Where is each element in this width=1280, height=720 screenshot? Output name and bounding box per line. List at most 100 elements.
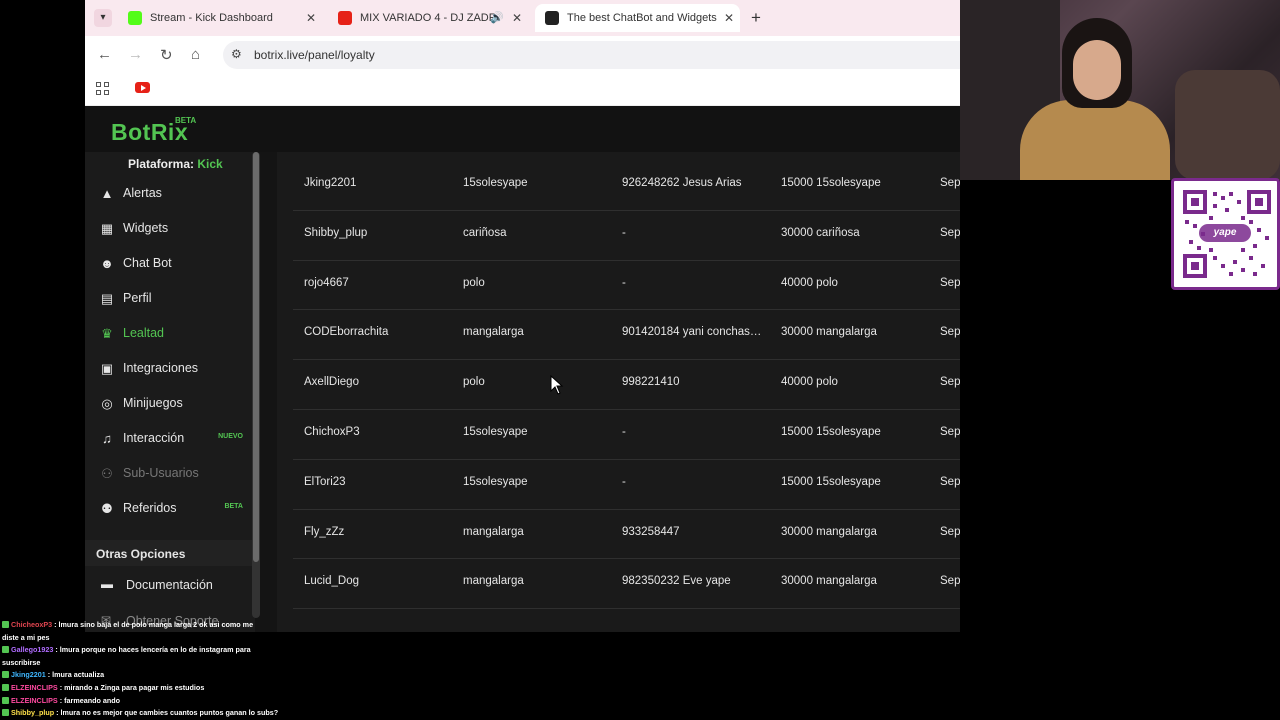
- cell-item: polo: [463, 276, 485, 289]
- cell-info: 982350232 Eve yape: [622, 575, 731, 588]
- reload-icon[interactable]: ↻: [160, 46, 173, 64]
- sidebar-item-widgets[interactable]: ▦ Widgets: [85, 213, 255, 245]
- tab-kick-dashboard[interactable]: Stream - Kick Dashboard ✕: [118, 4, 322, 32]
- table-row: Jking2201 15solesyape 926248262 Jesus Aria…: [293, 161, 960, 211]
- close-icon[interactable]: ✕: [724, 4, 734, 32]
- sidebar-item-label: Minijuegos: [123, 396, 183, 410]
- sidebar: Plataforma: Kick ▲ Alertas ▦ Widgets ☻ C…: [85, 152, 255, 632]
- forward-icon[interactable]: →: [128, 46, 143, 63]
- cell-cost: 30000 mangalarga: [781, 525, 877, 538]
- close-icon[interactable]: ✕: [512, 4, 522, 32]
- sidebar-item-minijuegos[interactable]: ◎ Minijuegos: [85, 388, 255, 420]
- cell-item: polo: [463, 376, 485, 389]
- cell-cost: 15000 15solesyape: [781, 425, 881, 438]
- tab-botrix[interactable]: The best ChatBot and Widgets ✕: [535, 4, 740, 32]
- sidebar-item-lealtad[interactable]: ♛ Lealtad: [85, 318, 255, 350]
- chat-message: ChicheoxP3: lmura sino baja el de polo m…: [2, 620, 253, 629]
- other-options-header: Otras Opciones: [85, 540, 255, 566]
- robot-icon: ☻: [100, 256, 114, 271]
- cell-item: cariñosa: [463, 226, 507, 239]
- chat-badge-icon: [2, 696, 9, 704]
- apps-icon[interactable]: [96, 82, 110, 96]
- url-field[interactable]: ⚙ botrix.live/panel/loyalty: [223, 41, 960, 69]
- cell-date: Sep 3, 2025 03:26: [940, 475, 960, 488]
- table-row: Lucid_Dog mangalarga 982350232 Eve yape 300…: [293, 559, 960, 610]
- chat-message: ELZEINCLIPS: farmeando ando: [2, 696, 120, 705]
- tab-youtube-mix[interactable]: MIX VARIADO 4 - DJ ZADR 🔊 ✕: [328, 4, 528, 32]
- cell-item: mangalarga: [463, 525, 524, 538]
- home-icon[interactable]: ⌂: [191, 46, 200, 63]
- table-row: ElTori23 15solesyape - 15000 15solesyape Sep…: [293, 460, 960, 510]
- cell-date: Sep 3, 2025 03:13: [940, 575, 960, 588]
- mouse-cursor-icon: [550, 375, 564, 395]
- cell-cost: 15000 15solesyape: [781, 177, 881, 189]
- new-tab-button[interactable]: +: [751, 8, 761, 28]
- table-row: Shibby_plup cariñosa - 30000 cariñosa Sep 10…: [293, 211, 960, 261]
- platform-indicator: Plataforma: Kick: [128, 157, 223, 171]
- table-row: ChichoxP3 15solesyape - 15000 15solesyape Se…: [293, 410, 960, 460]
- sidebar-item-chat-bot[interactable]: ☻ Chat Bot: [85, 248, 255, 280]
- cell-item: mangalarga: [463, 575, 524, 588]
- tab-search-button[interactable]: ▾: [94, 9, 112, 27]
- cell-date: Sep 4, 2025 04:28: [940, 276, 960, 289]
- chat-text: : lmura sino baja el de polo manga larga…: [54, 620, 254, 629]
- cell-cost: 30000 mangalarga: [781, 326, 877, 339]
- music-icon: ♫: [102, 431, 112, 446]
- cam-person-face: [1073, 40, 1121, 100]
- beta-badge: BETA: [224, 503, 243, 510]
- sidebar-item-referidos[interactable]: ⚉ Referidos BETA: [85, 493, 255, 525]
- cell-user: ElTori23: [304, 475, 346, 488]
- referral-icon: ⚉: [101, 501, 113, 516]
- site-settings-icon[interactable]: ⚙: [231, 47, 242, 61]
- sidebar-item-interaccion[interactable]: ♫ Interacción NUEVO: [85, 423, 255, 455]
- chat-badge-icon: [2, 621, 9, 628]
- sidebar-item-perfil[interactable]: ▤ Perfil: [85, 283, 255, 315]
- sidebar-item-label: Referidos: [123, 501, 177, 515]
- chat-username: Shibby_plup: [11, 708, 55, 718]
- sidebar-item-documentacion[interactable]: ▬ Documentación: [85, 571, 255, 599]
- puzzle-icon: ▣: [100, 361, 114, 376]
- tab-title: MIX VARIADO 4 - DJ ZADR: [360, 12, 497, 24]
- kick-icon: [128, 11, 142, 25]
- cell-info: 933258447: [622, 525, 680, 538]
- chat-username: ELZEINCLIPS: [11, 683, 58, 692]
- chat-message: Shibby_plup: lmura no es mejor que cambi…: [2, 708, 278, 717]
- users-icon: ⚇: [101, 466, 113, 481]
- sidebar-item-integraciones[interactable]: ▣ Integraciones: [85, 353, 255, 385]
- browser-window: ▾ Stream - Kick Dashboard ✕ MIX VARIADO …: [85, 0, 960, 632]
- sidebar-item-label: Chat Bot: [123, 256, 172, 270]
- close-icon[interactable]: ✕: [306, 4, 316, 32]
- sidebar-item-label: Sub-Usuarios: [123, 466, 199, 480]
- cam-person-body: [1020, 100, 1170, 180]
- screen: ▾ Stream - Kick Dashboard ✕ MIX VARIADO …: [0, 0, 1280, 720]
- chat-badge-icon: [2, 646, 9, 654]
- sidebar-item-label: Integraciones: [123, 361, 199, 375]
- cell-info: -: [622, 425, 626, 438]
- sidebar-item-sub-usuarios[interactable]: ⚇ Sub-Usuarios: [85, 458, 255, 490]
- youtube-bookmark-icon[interactable]: [135, 82, 150, 93]
- botrix-favicon-icon: [545, 11, 559, 25]
- cell-item: 15solesyape: [463, 177, 528, 189]
- chat-text: : mirando a Zinga para pagar mis estudio…: [59, 683, 205, 692]
- chat-username: Gallego1923: [11, 645, 54, 655]
- scrollbar-thumb[interactable]: [253, 152, 259, 562]
- sidebar-item-label: Interacción: [123, 431, 185, 445]
- grid-icon: ▦: [100, 221, 114, 236]
- cell-item: mangalarga: [463, 326, 524, 339]
- chat-badge-icon: [2, 709, 9, 717]
- chat-username: ELZEINCLIPS: [11, 695, 58, 705]
- sidebar-scrollbar[interactable]: [252, 152, 260, 618]
- url-text: botrix.live/panel/loyalty: [254, 48, 375, 62]
- sidebar-item-alertas[interactable]: ▲ Alertas: [85, 178, 255, 210]
- cell-user: Fly_zZz: [304, 525, 345, 538]
- platform-label: Plataforma:: [128, 157, 195, 171]
- cell-item: 15solesyape: [463, 475, 528, 488]
- cell-user: CODEborrachita: [304, 326, 389, 339]
- chat-text: : lmura no es mejor que cambies cuantos …: [56, 708, 279, 718]
- back-icon[interactable]: ←: [97, 46, 112, 63]
- table-row: CODEborrachita mangalarga 901420184 yani c…: [293, 310, 960, 361]
- audio-playing-icon[interactable]: 🔊: [490, 4, 504, 32]
- cell-date: Sep 10, 2025 11:22: [940, 226, 960, 239]
- cell-info: 901420184 yani conchasu...: [622, 326, 762, 339]
- cell-info: 998221410: [622, 376, 680, 389]
